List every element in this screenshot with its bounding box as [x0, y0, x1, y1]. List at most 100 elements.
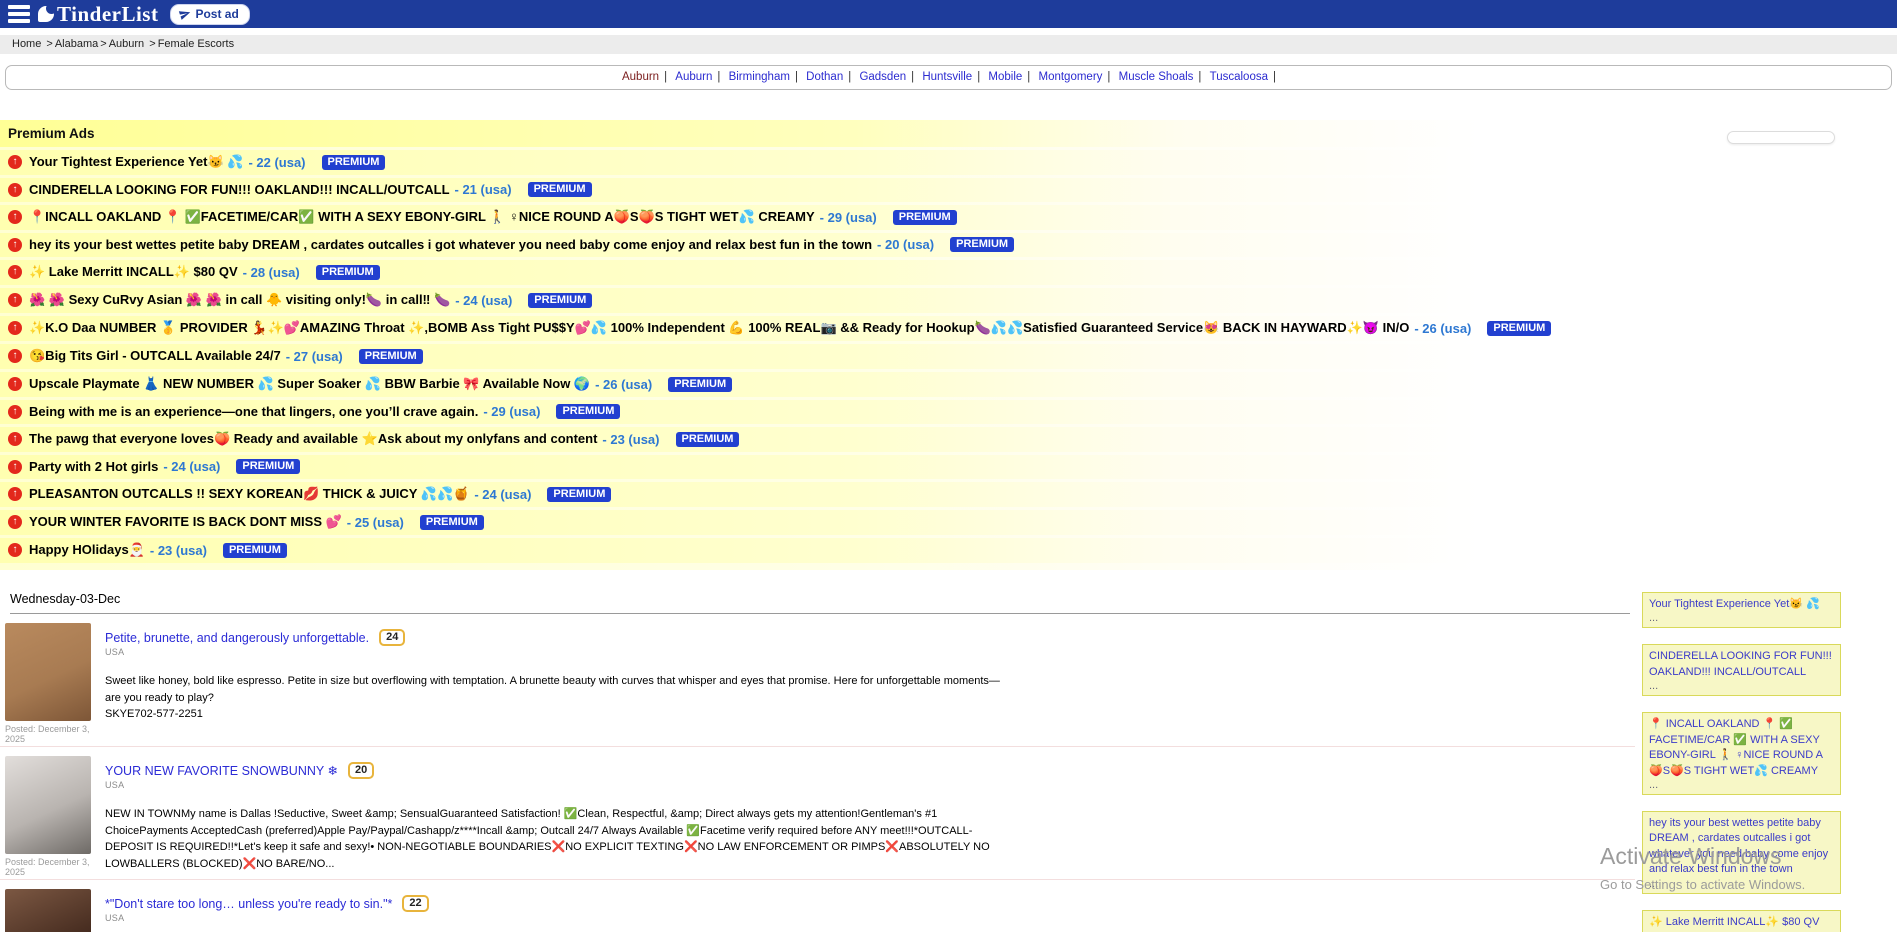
premium-ad-row: ↑ Party with 2 Hot girls - 24 (usa) PREM… [0, 455, 1897, 479]
premium-ad-row: ↑ Your Tightest Experience Yet😼 💦 - 22 (… [0, 150, 1897, 175]
premium-ad-meta: - 27 (usa) [286, 349, 343, 364]
premium-badge[interactable]: PREMIUM [359, 349, 423, 364]
city-link-birmingham[interactable]: Birmingham [729, 71, 790, 83]
city-link-auburn[interactable]: Auburn [675, 71, 712, 83]
sidebar-ad-link[interactable]: Your Tightest Experience Yet😼 💦 [1649, 597, 1834, 612]
city-separator: | [717, 71, 720, 83]
premium-badge[interactable]: PREMIUM [950, 237, 1014, 252]
city-link-muscle-shoals[interactable]: Muscle Shoals [1119, 71, 1194, 83]
premium-ad-title[interactable]: CINDERELLA LOOKING FOR FUN!!! OAKLAND!!!… [29, 182, 450, 197]
up-arrow-icon: ↑ [8, 210, 22, 224]
sidebar-ad-link[interactable]: hey its your best wettes petite baby DRE… [1649, 816, 1834, 878]
city-current[interactable]: Auburn [622, 71, 659, 83]
sidebar-ad-link[interactable]: CINDERELLA LOOKING FOR FUN!!! OAKLAND!!!… [1649, 649, 1834, 680]
premium-ad-meta: - 23 (usa) [602, 432, 659, 447]
premium-badge[interactable]: PREMIUM [893, 210, 957, 225]
premium-badge[interactable]: PREMIUM [556, 404, 620, 419]
premium-ad-row: ↑ YOUR WINTER FAVORITE IS BACK DONT MISS… [0, 510, 1897, 535]
premium-ad-row: ↑ 😘Big Tits Girl - OUTCALL Available 24/… [0, 344, 1897, 369]
city-link-montgomery[interactable]: Montgomery [1038, 71, 1102, 83]
city-separator: | [1198, 71, 1201, 83]
premium-badge[interactable]: PREMIUM [676, 432, 740, 447]
premium-badge[interactable]: PREMIUM [668, 377, 732, 392]
premium-badge[interactable]: PREMIUM [528, 182, 592, 197]
sidebar-ad-link[interactable]: 📍 INCALL OAKLAND 📍 ✅ FACETIME/CAR ✅ WITH… [1649, 717, 1834, 779]
premium-ad-title[interactable]: ✨ Lake Merritt INCALL✨ $80 QV [29, 264, 238, 280]
premium-badge[interactable]: PREMIUM [223, 543, 287, 558]
listing-thumb-column: Posted: December 3, 2025 [5, 623, 95, 744]
breadcrumb-city[interactable]: Auburn [109, 38, 144, 50]
breadcrumb-home[interactable]: Home [12, 38, 41, 50]
premium-ad-meta: - 24 (usa) [474, 487, 531, 502]
city-link-dothan[interactable]: Dothan [806, 71, 843, 83]
date-heading: Wednesday-03-Dec [10, 592, 1630, 614]
premium-ad-title[interactable]: YOUR WINTER FAVORITE IS BACK DONT MISS 💕 [29, 514, 342, 530]
city-link-tuscaloosa[interactable]: Tuscaloosa [1210, 71, 1268, 83]
breadcrumb-state[interactable]: Alabama [55, 38, 98, 50]
premium-badge[interactable]: PREMIUM [322, 155, 386, 170]
sidebar-ad-box: hey its your best wettes petite baby DRE… [1642, 811, 1841, 894]
up-arrow-icon: ↑ [8, 265, 22, 279]
premium-ad-title[interactable]: PLEASANTON OUTCALLS !! SEXY KOREAN💋 THIC… [29, 486, 469, 502]
sidebar-ad-box: 📍 INCALL OAKLAND 📍 ✅ FACETIME/CAR ✅ WITH… [1642, 712, 1841, 795]
listing-photo[interactable] [5, 756, 91, 854]
listing-location: USA [105, 780, 1010, 790]
premium-ad-title[interactable]: Upscale Playmate 👗 NEW NUMBER 💦 Super So… [29, 376, 590, 392]
post-ad-button[interactable]: Post ad [170, 4, 249, 25]
brand-pointer-icon [38, 6, 54, 22]
premium-ad-title[interactable]: Your Tightest Experience Yet😼 💦 [29, 154, 243, 170]
premium-badge[interactable]: PREMIUM [1487, 321, 1551, 336]
premium-badge[interactable]: PREMIUM [236, 459, 300, 474]
premium-badge[interactable]: PREMIUM [420, 515, 484, 530]
breadcrumb-category[interactable]: Female Escorts [158, 38, 234, 50]
sidebar-more: ... [1649, 779, 1834, 791]
listing-photo[interactable] [5, 623, 91, 721]
menu-icon[interactable] [8, 5, 30, 23]
premium-ad-meta: - 29 (usa) [483, 404, 540, 419]
sidebar-ad-link[interactable]: ✨ Lake Merritt INCALL✨ $80 QV [1649, 915, 1834, 930]
listing-thumb-column: Posted: December 3, 2025 [5, 756, 95, 877]
city-link-gadsden[interactable]: Gadsden [859, 71, 906, 83]
premium-ad-title[interactable]: Being with me is an experience—one that … [29, 404, 478, 419]
premium-ad-title[interactable]: The pawg that everyone loves🍑 Ready and … [29, 431, 597, 447]
city-link-huntsville[interactable]: Huntsville [922, 71, 972, 83]
premium-ad-title[interactable]: 🌺 🌺 Sexy CuRvy Asian 🌺 🌺 in call 🐥 visit… [29, 292, 450, 308]
premium-ad-row: ↑ 🌺 🌺 Sexy CuRvy Asian 🌺 🌺 in call 🐥 vis… [0, 288, 1897, 313]
city-nav-bar: Auburn| Auburn| Birmingham| Dothan| Gads… [5, 65, 1892, 90]
premium-ad-meta: - 23 (usa) [150, 543, 207, 558]
age-badge: 22 [402, 895, 428, 912]
premium-ad-title[interactable]: Party with 2 Hot girls [29, 459, 158, 474]
sidebar-ad-box: ✨ Lake Merritt INCALL✨ $80 QV ... [1642, 910, 1841, 932]
premium-ad-row: ↑ hey its your best wettes petite baby D… [0, 233, 1897, 257]
listing-title-link[interactable]: *"Don't stare too long… unless you're re… [105, 897, 392, 911]
premium-ad-row: ↑ ✨K.O Daa NUMBER 🥇 PROVIDER 💃✨💕AMAZING … [0, 316, 1897, 341]
listing-title-link[interactable]: Petite, brunette, and dangerously unforg… [105, 631, 369, 645]
premium-ad-meta: - 29 (usa) [820, 210, 877, 225]
listing-row: Posted: December 3, 2025 Petite, brunett… [0, 614, 1635, 747]
listing-description: NEW IN TOWNMy name is Dallas !Seductive,… [105, 806, 1010, 872]
premium-ad-title[interactable]: 😘Big Tits Girl - OUTCALL Available 24/7 [29, 348, 281, 364]
premium-ad-title[interactable]: ✨K.O Daa NUMBER 🥇 PROVIDER 💃✨💕AMAZING Th… [29, 320, 1409, 336]
premium-ad-row: ↑ ✨ Lake Merritt INCALL✨ $80 QV - 28 (us… [0, 260, 1897, 285]
floating-ad-placeholder [1727, 131, 1835, 144]
premium-sidebar: Your Tightest Experience Yet😼 💦 ... CIND… [1642, 592, 1841, 932]
premium-badge[interactable]: PREMIUM [547, 487, 611, 502]
up-arrow-icon: ↑ [8, 487, 22, 501]
premium-ad-title[interactable]: Happy HOlidays🎅 [29, 542, 145, 558]
up-arrow-icon: ↑ [8, 183, 22, 197]
premium-ad-title[interactable]: hey its your best wettes petite baby DRE… [29, 237, 872, 252]
up-arrow-icon: ↑ [8, 349, 22, 363]
listing-photo[interactable] [5, 889, 91, 932]
premium-ad-title[interactable]: 📍INCALL OAKLAND 📍 ✅FACETIME/CAR✅ WITH A … [29, 209, 815, 225]
breadcrumb-separator: > [100, 38, 106, 50]
sidebar-more: ... [1649, 680, 1834, 692]
brand-name: TinderList [57, 2, 158, 27]
listing-location: USA [105, 913, 1010, 923]
listing-title-link[interactable]: YOUR NEW FAVORITE SNOWBUNNY ❄ [105, 763, 338, 778]
brand-logo[interactable]: TinderList [38, 2, 158, 27]
city-link-mobile[interactable]: Mobile [988, 71, 1022, 83]
premium-badge[interactable]: PREMIUM [528, 293, 592, 308]
listing-description: Sweet like honey, bold like espresso. Pe… [105, 673, 1010, 706]
posted-date: Posted: December 3, 2025 [5, 724, 95, 744]
premium-badge[interactable]: PREMIUM [316, 265, 380, 280]
